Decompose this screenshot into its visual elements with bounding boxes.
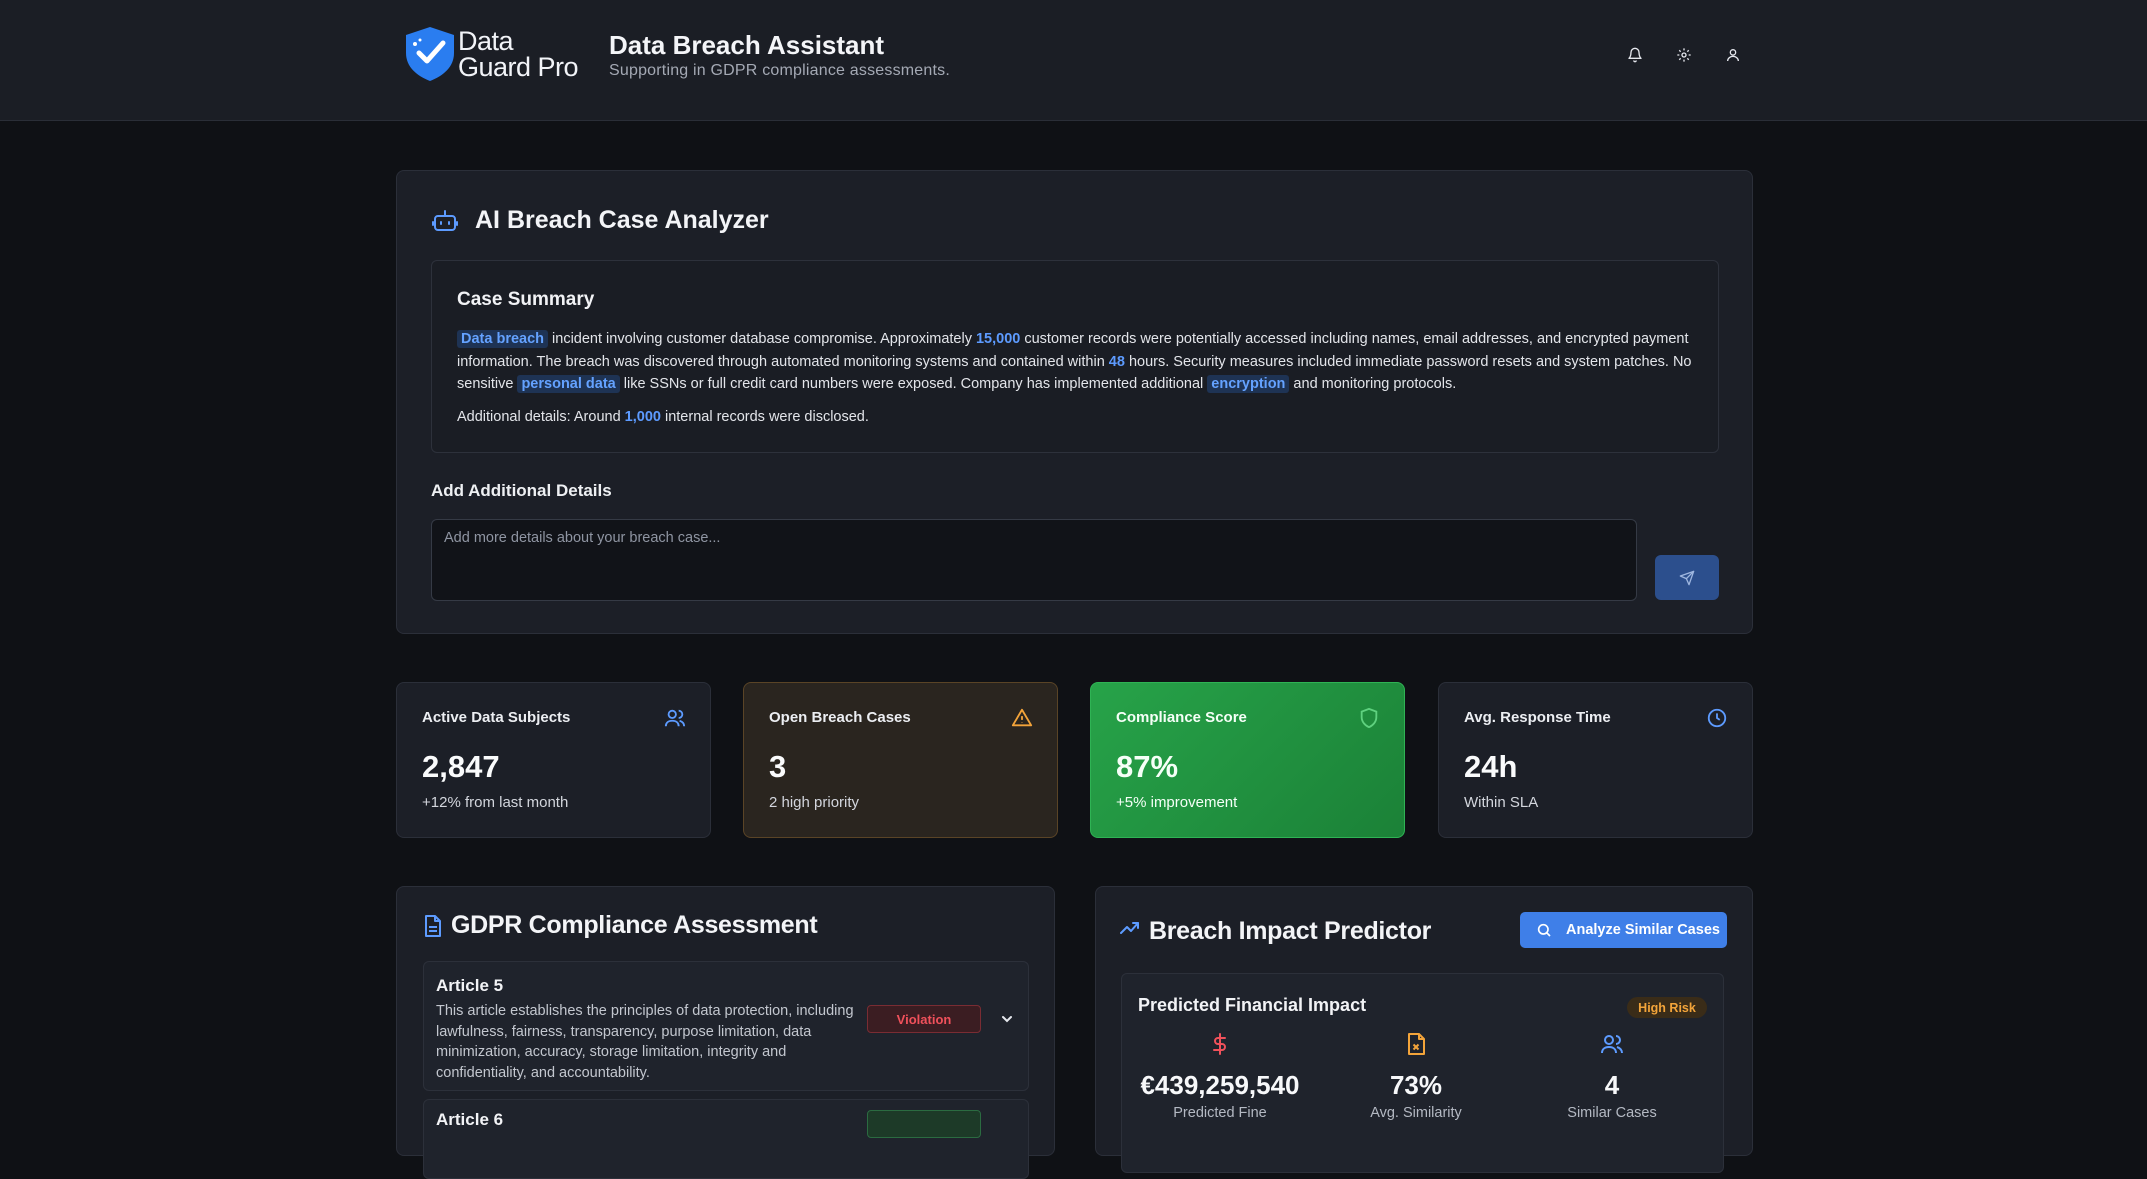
extra-prefix: Additional details: Around	[457, 409, 625, 425]
risk-badge: High Risk	[1627, 997, 1707, 1018]
users-icon	[664, 709, 686, 727]
shield-check-logo-icon	[406, 27, 454, 81]
article-title: Article 6	[436, 1110, 504, 1129]
summary-segment: and monitoring protocols.	[1289, 376, 1457, 392]
metric-avg-similarity: 73% Avg. Similarity	[1318, 1032, 1514, 1121]
stat-label: Avg. Response Time	[1464, 709, 1611, 726]
article-item[interactable]: Article 5 This article establishes the p…	[423, 961, 1029, 1091]
dollar-icon	[1213, 1033, 1226, 1055]
metric-value: 4	[1604, 1070, 1620, 1100]
metric-label: Similar Cases	[1567, 1105, 1657, 1121]
stat-label: Open Breach Cases	[769, 709, 911, 726]
stat-note: 2 high priority	[769, 794, 860, 811]
stat-label: Active Data Subjects	[422, 709, 571, 726]
top-bar: Data Guard Pro Data Breach Assistant Sup…	[0, 0, 2147, 121]
status-badge-violation: Violation	[867, 1005, 981, 1033]
chevron-down-icon[interactable]	[1000, 1012, 1014, 1026]
logo-wordmark: Data Guard Pro	[458, 26, 588, 82]
user-icon	[1727, 49, 1739, 62]
financial-impact-box: Predicted Financial Impact High Risk €43…	[1121, 973, 1724, 1173]
metric-value: 73%	[1389, 1070, 1443, 1100]
stat-label: Compliance Score	[1116, 709, 1247, 726]
stat-value: 3	[769, 749, 787, 784]
highlight-hours: 48	[1108, 353, 1125, 370]
analyze-button-label: Analyze Similar Cases	[1566, 922, 1720, 938]
metric-value: €439,259,540	[1140, 1070, 1300, 1100]
analyzer-title: AI Breach Case Analyzer	[475, 206, 769, 234]
send-icon	[1679, 570, 1695, 585]
highlight-record-count: 15,000	[975, 331, 1021, 347]
stat-note: +12% from last month	[422, 794, 569, 811]
additional-details-text: Additional details: Around 1,000 interna…	[457, 409, 869, 425]
clock-icon	[1707, 708, 1727, 728]
summary-segment: incident involving customer database com…	[548, 331, 976, 347]
impact-title: Predicted Financial Impact	[1138, 995, 1367, 1015]
shield-icon	[1360, 707, 1378, 729]
article-item[interactable]: Article 6	[423, 1099, 1029, 1179]
metric-predicted-fine: €439,259,540 Predicted Fine	[1122, 1032, 1318, 1121]
search-icon	[1537, 923, 1551, 937]
case-summary-text: Data breach incident involving customer …	[457, 328, 1697, 396]
add-details-label: Add Additional Details	[431, 481, 612, 500]
file-x-icon	[1408, 1033, 1425, 1055]
breach-case-analyzer-card: AI Breach Case Analyzer Case Summary Dat…	[396, 170, 1753, 634]
stat-card-open-cases: Open Breach Cases 3 2 high priority	[743, 682, 1058, 838]
warning-icon	[1011, 708, 1033, 727]
stat-note: +5% improvement	[1116, 794, 1238, 811]
case-summary-title: Case Summary	[457, 289, 595, 310]
extra-suffix: internal records were disclosed.	[660, 409, 869, 425]
logo-line-2: Guard Pro	[458, 52, 579, 82]
stat-card-compliance-score: Compliance Score 87% +5% improvement	[1090, 682, 1405, 838]
predictor-title: Breach Impact Predictor	[1149, 917, 1432, 945]
metric-label: Predicted Fine	[1173, 1105, 1267, 1121]
metric-label: Avg. Similarity	[1370, 1105, 1462, 1121]
case-summary-box: Case Summary Data breach incident involv…	[431, 260, 1719, 453]
profile-button[interactable]	[1722, 44, 1744, 66]
logo-line-1: Data	[458, 26, 514, 56]
page-title: Data Breach Assistant	[609, 30, 885, 60]
document-icon	[425, 915, 441, 937]
breach-impact-predictor-card: Breach Impact Predictor Analyze Similar …	[1095, 886, 1753, 1173]
notifications-button[interactable]	[1624, 44, 1646, 66]
users-icon	[1601, 1035, 1623, 1054]
settings-button[interactable]	[1673, 44, 1695, 66]
add-details-input[interactable]	[431, 519, 1637, 601]
article-description: This article establishes the principles …	[436, 1003, 854, 1081]
highlight-internal-records: 1,000	[624, 409, 661, 425]
metric-similar-cases: 4 Similar Cases	[1514, 1032, 1710, 1121]
highlight-data-breach: Data breach	[457, 330, 549, 348]
gear-icon	[1677, 48, 1691, 62]
stat-value: 87%	[1116, 749, 1179, 784]
stat-card-response-time: Avg. Response Time 24h Within SLA	[1438, 682, 1753, 838]
article-title: Article 5	[436, 976, 504, 995]
highlight-personal-data: personal data	[517, 375, 620, 393]
status-badge-compliant	[867, 1110, 981, 1138]
bot-icon	[432, 210, 458, 231]
stat-note: Within SLA	[1464, 794, 1539, 811]
page-subtitle: Supporting in GDPR compliance assessment…	[609, 62, 950, 79]
summary-segment: like SSNs or full credit card numbers we…	[619, 376, 1208, 392]
bell-icon	[1628, 47, 1642, 63]
analyze-similar-cases-button[interactable]: Analyze Similar Cases	[1520, 912, 1727, 948]
highlight-encryption: encryption	[1207, 375, 1290, 393]
gdpr-title: GDPR Compliance Assessment	[451, 911, 818, 939]
trending-up-icon	[1120, 922, 1139, 934]
stat-value: 24h	[1464, 749, 1518, 784]
send-details-button[interactable]	[1655, 555, 1719, 600]
gdpr-assessment-card: GDPR Compliance Assessment Article 5 Thi…	[396, 886, 1055, 1179]
stat-card-active-subjects: Active Data Subjects 2,847 +12% from las…	[396, 682, 711, 838]
stat-value: 2,847	[422, 749, 500, 784]
